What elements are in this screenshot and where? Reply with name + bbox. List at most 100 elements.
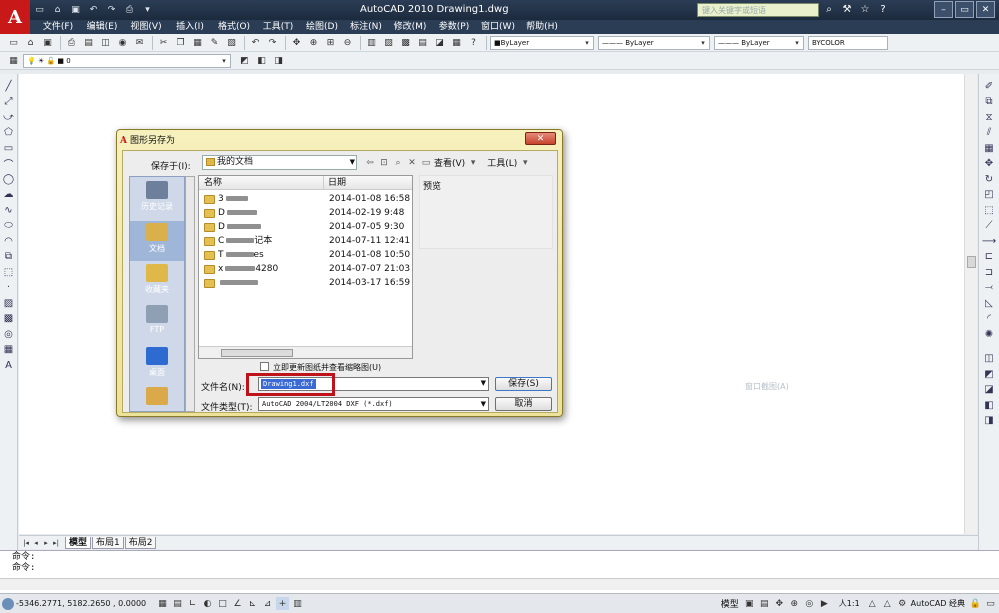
command-prompt-line[interactable]: 命令: (12, 563, 35, 574)
grid-icon[interactable]: ▤ (171, 597, 184, 610)
insert-block-icon[interactable]: ⧉ (1, 250, 17, 264)
file-list[interactable]: 名称 日期 3 2014-01-08 16:58 D 2014-02-19 9:… (198, 175, 413, 359)
undo-icon[interactable]: ↶ (86, 3, 101, 17)
lock-icon[interactable]: 🔒 (969, 597, 982, 610)
paste-icon[interactable]: ▦ (190, 36, 205, 50)
extend-icon[interactable]: ⟶ (981, 234, 997, 248)
plot-icon[interactable]: ⎙ (64, 36, 79, 50)
maximize-button[interactable]: ▭ (955, 1, 974, 18)
open-icon[interactable]: ⌂ (23, 36, 38, 50)
tab-model[interactable]: 模型 (65, 536, 92, 549)
join-icon[interactable]: ⤙ (981, 281, 997, 295)
file-row[interactable]: Tes 2014-01-08 10:50 (199, 248, 411, 262)
place-ftp[interactable]: FTP (130, 305, 184, 334)
update-thumbnail-label[interactable]: 立即更新图纸并查看缩略图(U) (273, 362, 381, 373)
osnap-icon[interactable]: □ (216, 597, 229, 610)
file-row[interactable]: x 4280 2014-07-07 21:03 (199, 262, 411, 276)
make-block-icon[interactable]: ⬚ (1, 265, 17, 279)
point-icon[interactable]: · (1, 281, 17, 295)
qp-icon[interactable]: ▥ (291, 597, 304, 610)
cancel-button[interactable]: 取消 (495, 397, 552, 411)
column-header-date[interactable]: 日期 (324, 176, 412, 190)
construction-line-icon[interactable]: ⤢ (1, 95, 17, 109)
otrack-icon[interactable]: ∠ (231, 597, 244, 610)
redo-icon[interactable]: ↷ (104, 3, 119, 17)
offset-icon[interactable]: ⫽ (981, 126, 997, 140)
help-icon[interactable]: ? (466, 36, 481, 50)
menu-format[interactable]: 格式(O) (212, 20, 256, 34)
gradient-icon[interactable]: ▩ (1, 312, 17, 326)
tools-menu[interactable]: 工具(L) (487, 156, 517, 169)
fillet-icon[interactable]: ◜ (981, 312, 997, 326)
bring-above-icon[interactable]: ◧ (981, 398, 997, 412)
spline-icon[interactable]: ∿ (1, 203, 17, 217)
plot-preview-icon[interactable]: ▤ (81, 36, 96, 50)
markup-icon[interactable]: ◪ (432, 36, 447, 50)
menu-parametric[interactable]: 参数(P) (432, 20, 476, 34)
ellipse-arc-icon[interactable]: ◠ (1, 234, 17, 248)
etransmit-icon[interactable]: ✉ (132, 36, 147, 50)
break-icon[interactable]: ⊐ (981, 265, 997, 279)
pan-icon[interactable]: ✥ (773, 597, 786, 610)
bring-to-front-icon[interactable]: ◩ (981, 367, 997, 381)
polar-icon[interactable]: ◐ (201, 597, 214, 610)
minimize-button[interactable]: – (934, 1, 953, 18)
tools-icon[interactable]: ⚒ (840, 2, 854, 17)
color-dropdown[interactable]: ■ByLayer ▾ (490, 35, 594, 50)
pan-icon[interactable]: ✥ (289, 36, 304, 50)
rectangle-icon[interactable]: ▭ (1, 141, 17, 155)
new-icon[interactable]: ▭ (6, 36, 21, 50)
hatch-icon[interactable]: ▨ (1, 296, 17, 310)
steeringwheel-icon[interactable]: ◎ (803, 597, 816, 610)
lineweight-icon[interactable]: + (276, 597, 289, 610)
tab-layout1[interactable]: 布局1 (92, 536, 124, 549)
views-menu[interactable]: 查看(V) (434, 156, 465, 169)
dyn-icon[interactable]: ⊿ (261, 597, 274, 610)
workspace-switcher[interactable]: AutoCAD 经典 (911, 598, 965, 609)
sheet-set-icon[interactable]: ▤ (415, 36, 430, 50)
save-button[interactable]: 保存(S) (495, 377, 552, 391)
plotstyle-dropdown[interactable]: BYCOLOR (808, 35, 888, 50)
block-editor-icon[interactable]: ▧ (224, 36, 239, 50)
menu-help[interactable]: 帮助(H) (520, 20, 564, 34)
menu-draw[interactable]: 绘图(D) (300, 20, 344, 34)
save-icon[interactable]: ▣ (40, 36, 55, 50)
array-icon[interactable]: ▦ (981, 141, 997, 155)
up-folder-icon[interactable]: ⊡ (378, 158, 390, 168)
line-icon[interactable]: ╱ (1, 79, 17, 93)
tool-palettes-icon[interactable]: ▩ (398, 36, 413, 50)
quickcalc-icon[interactable]: ▦ (449, 36, 464, 50)
zoom-previous-icon[interactable]: ⊖ (340, 36, 355, 50)
search-web-icon[interactable]: ⌕ (392, 158, 404, 168)
new-folder-icon[interactable]: ▭ (420, 158, 432, 168)
vertical-scrollbar[interactable] (964, 74, 977, 534)
rotate-icon[interactable]: ↻ (981, 172, 997, 186)
scrollbar-thumb[interactable] (967, 256, 976, 268)
command-scrollbar[interactable] (0, 578, 999, 590)
menu-view[interactable]: 视图(V) (124, 20, 168, 34)
undo-icon[interactable]: ↶ (248, 36, 263, 50)
annotation-visibility-icon[interactable]: △ (866, 597, 879, 610)
plot-icon[interactable]: ⎙ (122, 3, 137, 17)
workspace-icon[interactable]: ⚙ (896, 597, 909, 610)
ducs-icon[interactable]: ⊾ (246, 597, 259, 610)
chevron-down-icon[interactable]: ▼ (481, 379, 486, 387)
layer-previous-icon[interactable]: ◧ (254, 54, 269, 68)
ortho-icon[interactable]: ∟ (186, 597, 199, 610)
update-thumbnail-checkbox[interactable] (260, 362, 269, 371)
coordinate-readout[interactable]: -5346.2771, 5182.2650 , 0.0000 (16, 599, 156, 608)
auto-scale-icon[interactable]: △ (881, 597, 894, 610)
layout-icon[interactable]: ▣ (743, 597, 756, 610)
zoom-realtime-icon[interactable]: ⊕ (306, 36, 321, 50)
scrollbar-thumb[interactable] (221, 349, 293, 357)
3d-dwf-icon[interactable]: ◉ (115, 36, 130, 50)
save-icon[interactable]: ▣ (68, 3, 83, 17)
showmotion-icon[interactable]: ▶ (818, 597, 831, 610)
column-header-name[interactable]: 名称 (199, 176, 324, 190)
trim-icon[interactable]: ⟋ (981, 219, 997, 233)
mirror-icon[interactable]: ⧖ (981, 110, 997, 124)
tab-layout2[interactable]: 布局2 (124, 536, 157, 549)
arc-icon[interactable]: ⌒ (1, 157, 17, 171)
snap-icon[interactable]: ▦ (156, 597, 169, 610)
places-scrollbar[interactable] (185, 176, 195, 412)
